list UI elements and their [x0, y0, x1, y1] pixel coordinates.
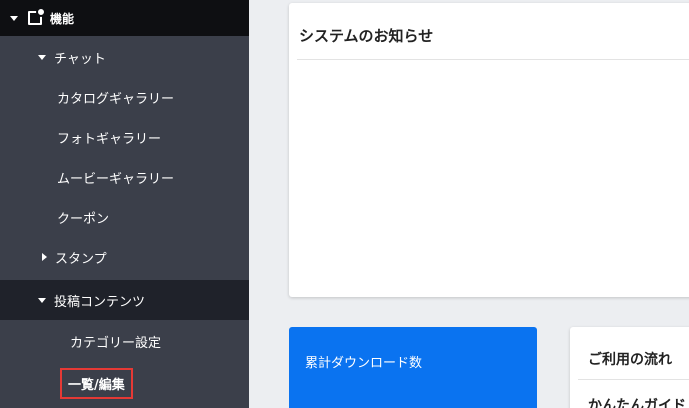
sidebar-item-stamp[interactable]: スタンプ — [0, 238, 249, 276]
caret-down-icon — [38, 297, 46, 303]
sidebar: 機能 チャット カタログギャラリー フォトギャラリー ムービーギャラリー クーポ… — [0, 0, 249, 408]
total-downloads-card: 累計ダウンロード数 — [289, 327, 537, 408]
sidebar-item-list-edit[interactable]: 一覧/編集 — [0, 365, 249, 401]
sidebar-section-features[interactable]: 機能 — [0, 0, 249, 36]
divider — [297, 59, 689, 60]
sidebar-item-category-settings[interactable]: カテゴリー設定 — [0, 322, 249, 360]
downloads-label: 累計ダウンロード数 — [305, 356, 423, 371]
caret-down-icon — [10, 15, 18, 21]
sidebar-item-label: スタンプ — [55, 251, 107, 267]
sidebar-item-label: カテゴリー設定 — [70, 335, 162, 351]
sidebar-item-label: 一覧/編集 — [60, 367, 133, 399]
sidebar-item-posts[interactable]: 投稿コンテンツ — [0, 280, 249, 320]
sidebar-item-photo-gallery[interactable]: フォトギャラリー — [0, 118, 249, 156]
sidebar-item-label: カタログギャラリー — [57, 91, 175, 107]
sidebar-item-label: チャット — [54, 51, 106, 67]
divider — [578, 379, 689, 380]
sidebar-item-label: 投稿コンテンツ — [54, 294, 146, 310]
sidebar-item-label: ムービーギャラリー — [57, 171, 175, 187]
sidebar-item-chat[interactable]: チャット — [0, 38, 249, 76]
flow-title: ご利用の流れ — [588, 352, 672, 368]
sidebar-item-label: クーポン — [57, 211, 110, 227]
sidebar-item-movie-gallery[interactable]: ムービーギャラリー — [0, 158, 249, 196]
usage-flow-panel: ご利用の流れ かんたんガイド — [570, 327, 689, 408]
feature-icon — [28, 7, 46, 25]
sidebar-item-catalog-gallery[interactable]: カタログギャラリー — [0, 78, 249, 116]
sidebar-section-label: 機能 — [50, 11, 75, 26]
caret-right-icon — [42, 253, 47, 261]
notice-title: システムのお知らせ — [299, 27, 434, 45]
caret-down-icon — [38, 54, 46, 60]
sidebar-item-label: フォトギャラリー — [57, 131, 162, 147]
flow-subtitle[interactable]: かんたんガイド — [588, 395, 686, 408]
system-notice-panel: システムのお知らせ — [289, 3, 689, 297]
sidebar-item-coupon[interactable]: クーポン — [0, 198, 249, 236]
